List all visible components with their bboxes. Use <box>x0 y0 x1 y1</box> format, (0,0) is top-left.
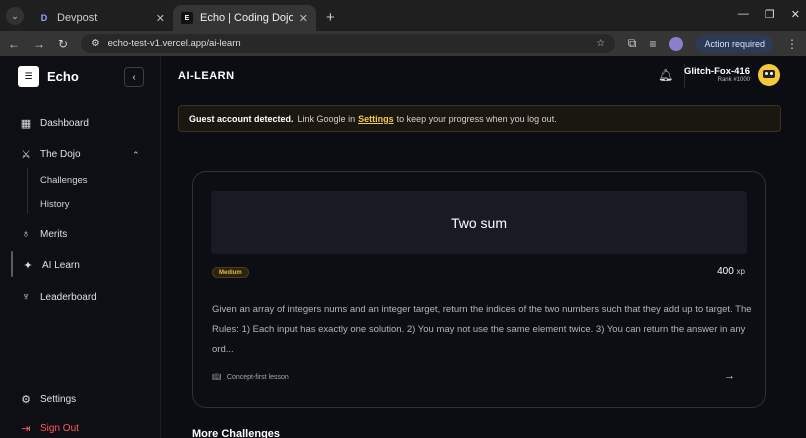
sidebar-item-label: Leaderboard <box>40 291 97 303</box>
user-name[interactable]: Glitch-Fox-416 <box>684 66 750 77</box>
sidebar-subitem-challenges[interactable]: Challenges <box>40 175 88 186</box>
tab-search-icon[interactable]: ⌄ <box>6 7 24 25</box>
kebab-menu-icon[interactable]: ⋮ <box>786 37 798 51</box>
main-content: AI-LEARN 🔔︎ Glitch-Fox-416 Rank #1000 Gu… <box>161 56 806 438</box>
arrow-right-icon[interactable]: → <box>724 370 735 382</box>
gear-icon: ⚙ <box>21 393 31 406</box>
sidebar-subitem-history[interactable]: History <box>40 199 70 210</box>
window-controls: — ❐ ✕ <box>738 8 800 21</box>
banner-text: to keep your progress when you log out. <box>396 113 557 124</box>
page-title: AI-LEARN <box>178 70 235 82</box>
xp-unit: xp <box>736 267 745 276</box>
guest-banner: Guest account detected. Link Google in S… <box>178 105 781 132</box>
echo-favicon-icon: E <box>181 12 193 24</box>
user-rank: Rank #1000 <box>717 77 750 83</box>
bookmark-star-icon[interactable]: ☆ <box>596 38 605 49</box>
sidebar-item-merits[interactable]: ♁ Merits <box>20 228 67 240</box>
sidebar-item-ai-learn[interactable]: ✦ AI Learn <box>22 259 80 272</box>
xp-value: 400 <box>717 266 734 277</box>
restore-icon[interactable]: ❐ <box>765 8 775 21</box>
tab-title: Echo | Coding Dojo and C <box>200 12 293 24</box>
challenge-card[interactable]: Two sum Medium 400 xp Given an array of … <box>192 171 766 408</box>
forward-icon[interactable]: → <box>33 37 45 51</box>
address-bar[interactable]: ⚙ echo-test-v1.vercel.app/ai-learn ☆ <box>81 34 615 53</box>
avatar-eye-icon <box>770 72 773 75</box>
sidebar-item-the-dojo[interactable]: ⚔ The Dojo <box>20 148 81 161</box>
url-text: echo-test-v1.vercel.app/ai-learn <box>107 38 241 49</box>
banner-bold: Guest account detected. <box>189 113 294 124</box>
extensions-icon[interactable]: ⧉ <box>628 36 637 51</box>
browser-tabbar: ⌄ D Devpost ✕ E Echo | Coding Dojo and C… <box>0 0 806 31</box>
media-icon[interactable]: ≡ <box>649 37 656 51</box>
logout-icon: ⇥ <box>21 422 31 435</box>
sidebar: ☰ Echo ‹ ▦ Dashboard ⚔ The Dojo ⌃ Challe… <box>0 56 161 438</box>
minimize-icon[interactable]: — <box>738 8 749 21</box>
site-info-icon[interactable]: ⚙ <box>91 38 100 49</box>
echo-logo-icon: ☰ <box>18 65 39 87</box>
medal-icon: ♁ <box>21 228 31 240</box>
profile-avatar-icon[interactable] <box>669 36 684 51</box>
bell-icon[interactable]: 🔔︎ <box>658 68 673 82</box>
lesson-type-label: Concept-first lesson <box>226 373 289 381</box>
lesson-type: 📖︎ Concept-first lesson <box>212 373 289 382</box>
sidebar-item-label: Settings <box>40 393 77 405</box>
sidebar-item-label: AI Learn <box>42 259 80 271</box>
sidebar-item-leaderboard[interactable]: ♆ Leaderboard <box>20 291 97 303</box>
action-required-button[interactable]: Action required <box>696 34 773 53</box>
tab-title: Devpost <box>57 12 98 24</box>
sidebar-item-settings[interactable]: ⚙ Settings <box>20 393 77 406</box>
banner-text: Link Google in <box>297 113 356 124</box>
active-indicator <box>11 251 13 277</box>
settings-link[interactable]: Settings <box>358 114 394 124</box>
reload-icon[interactable]: ↻ <box>58 37 68 51</box>
difficulty-badge: Medium <box>212 267 249 278</box>
tab-echo[interactable]: E Echo | Coding Dojo and C ✕ <box>173 5 316 31</box>
tab-close-icon[interactable]: ✕ <box>156 12 165 25</box>
collapse-sidebar-button[interactable]: ‹ <box>124 67 144 87</box>
avatar-eye-icon <box>765 72 768 75</box>
sword-icon: ⚔ <box>21 148 31 161</box>
browser-toolbar: ← → ↻ ⚙ echo-test-v1.vercel.app/ai-learn… <box>0 31 806 56</box>
xp-reward: 400 xp <box>717 266 745 277</box>
app: ☰ Echo ‹ ▦ Dashboard ⚔ The Dojo ⌃ Challe… <box>0 56 806 438</box>
submenu-divider <box>27 168 28 214</box>
book-icon: 📖︎ <box>212 374 221 381</box>
sidebar-item-label: Merits <box>40 228 68 240</box>
sidebar-item-label: Sign Out <box>40 422 79 434</box>
challenge-description: Given an array of integers nums and an i… <box>212 304 752 355</box>
sidebar-item-label: Dashboard <box>40 117 89 129</box>
more-challenges-heading: More Challenges <box>192 428 281 438</box>
sidebar-item-dashboard[interactable]: ▦ Dashboard <box>20 117 89 130</box>
close-window-icon[interactable]: ✕ <box>791 8 800 21</box>
avatar[interactable] <box>758 64 780 86</box>
back-icon[interactable]: ← <box>8 37 20 51</box>
trophy-icon: ♆ <box>21 291 31 303</box>
sparkle-icon: ✦ <box>23 259 33 272</box>
tab-devpost[interactable]: D Devpost ✕ <box>30 5 173 31</box>
challenge-title: Two sum <box>211 191 747 254</box>
devpost-favicon-icon: D <box>40 13 48 23</box>
brand-name: Echo <box>47 68 79 84</box>
new-tab-icon[interactable]: + <box>326 9 335 26</box>
grid-icon: ▦ <box>20 117 32 130</box>
tab-close-icon[interactable]: ✕ <box>299 12 308 25</box>
sidebar-item-sign-out[interactable]: ⇥ Sign Out <box>20 422 79 435</box>
sidebar-item-label: The Dojo <box>40 148 81 160</box>
chevron-up-icon[interactable]: ⌃ <box>132 150 140 161</box>
